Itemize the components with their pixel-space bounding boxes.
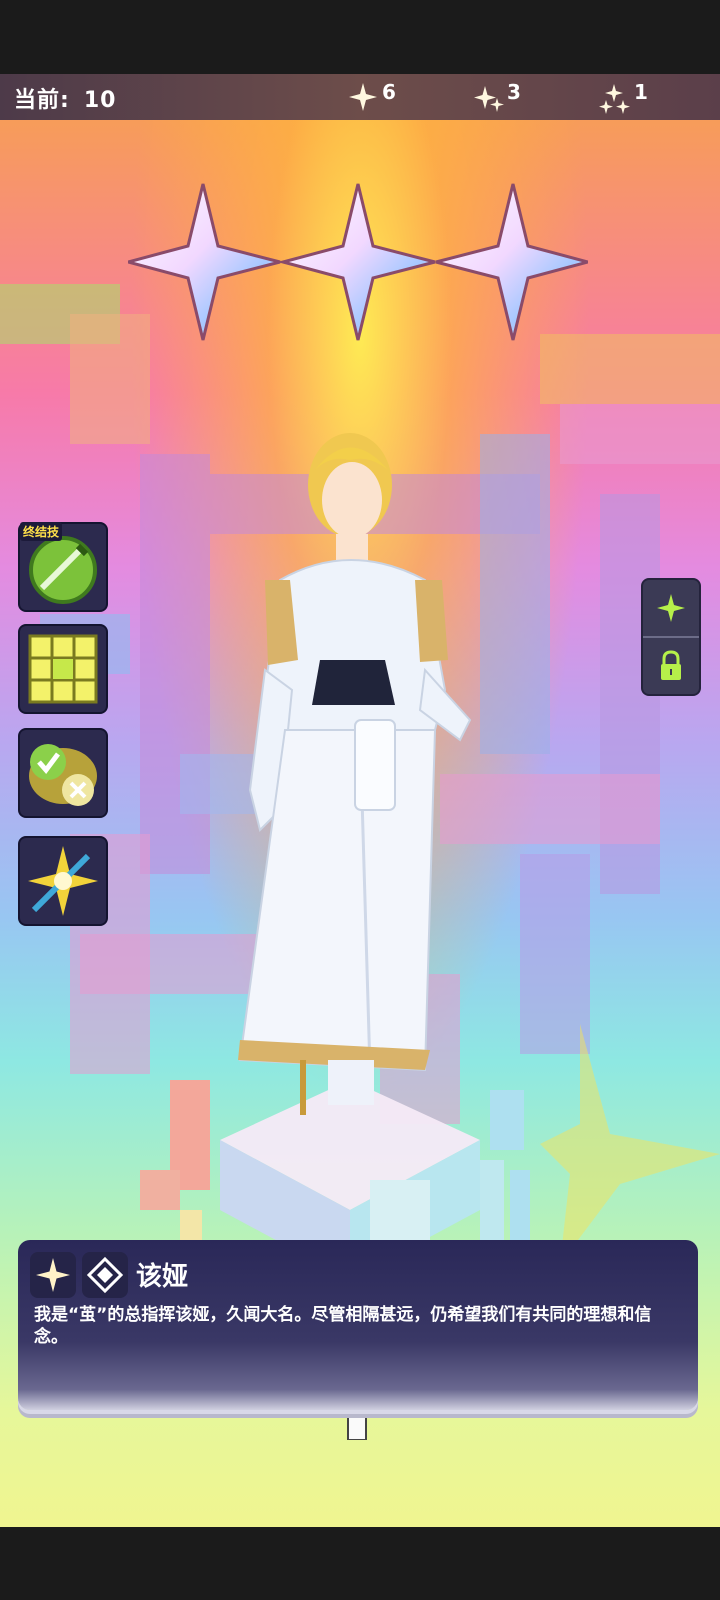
dialog-speaker-name: 该娅 — [136, 1262, 189, 1292]
dialog-faction-badge — [82, 1252, 128, 1298]
three-sparkle-icon — [599, 84, 630, 114]
rarity-star-icon — [435, 183, 588, 341]
lightning-strike-icon — [28, 846, 98, 916]
count-value: 1 — [634, 80, 648, 104]
dialog-sparkle-badge — [30, 1252, 76, 1298]
skill-ultimate[interactable]: 终结技 — [20, 522, 106, 610]
sparkle-button[interactable] — [643, 580, 699, 636]
count-value: 6 — [382, 80, 396, 104]
count-value: 3 — [507, 80, 521, 104]
dialog-text: 我是“茧”的总指挥该娅，久闻大名。尽管相隔甚远，仍希望我们有共同的理想和信念。 — [34, 1305, 652, 1347]
lock-icon — [661, 650, 681, 680]
current-value: 10 — [83, 88, 117, 113]
faction-emblem-icon — [86, 1256, 124, 1294]
rarity-star-icon — [277, 183, 436, 341]
skill-check-cross[interactable] — [20, 730, 106, 816]
one-sparkle-icon — [349, 83, 377, 111]
check-cross-icon — [29, 744, 97, 806]
character-illustration — [238, 433, 472, 1072]
lock-button[interactable] — [643, 638, 699, 694]
side-panel — [643, 580, 699, 694]
bottom-system-bar — [0, 1527, 720, 1600]
sparkle-icon — [36, 1258, 70, 1292]
sparkle-icon — [657, 594, 685, 622]
top-system-bar — [0, 0, 720, 74]
two-sparkle-icon — [474, 86, 504, 112]
skill-grid[interactable] — [20, 626, 106, 712]
rarity-stars — [128, 183, 588, 341]
ultimate-badge: 终结技 — [20, 522, 63, 541]
grid-tiles-icon — [28, 634, 98, 704]
current-label: 当前: — [14, 88, 70, 113]
current-count: 当前: 10 — [14, 82, 116, 114]
skill-lightning[interactable] — [20, 838, 106, 924]
rarity-star-icon — [128, 183, 281, 341]
